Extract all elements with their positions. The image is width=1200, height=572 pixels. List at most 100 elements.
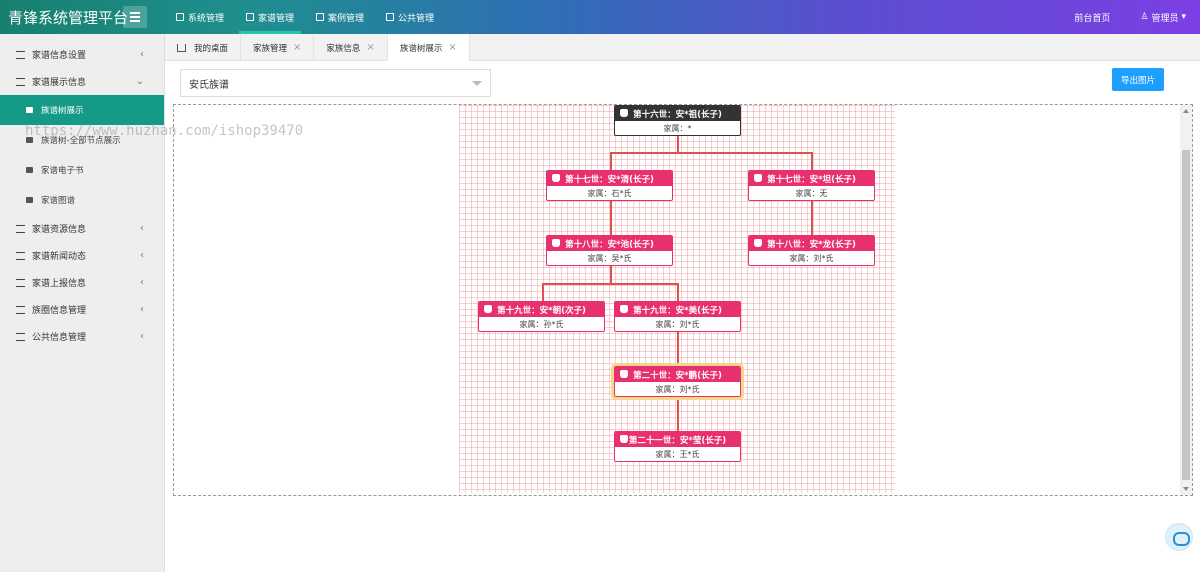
connector-line [610, 201, 612, 235]
sidebar-item-label: 家谱上报信息 [32, 279, 87, 289]
hamburger-line [130, 20, 140, 22]
chevron-down-icon: ⌄ [135, 76, 144, 87]
connector-line [811, 152, 813, 170]
connector-line [811, 201, 813, 235]
tab-family-manage[interactable]: 家族管理 × [241, 34, 315, 61]
user-name: 管理员 [1151, 13, 1179, 24]
person-icon [620, 370, 628, 378]
tab-tree-display[interactable]: 族谱树展示 × [387, 34, 470, 61]
node-title: 第二十世：安*鹏(长子) [633, 370, 722, 381]
caret-down-icon [472, 81, 482, 86]
tree-node[interactable]: 第十六世：安*祖(长子) 家属： * [614, 105, 741, 136]
user-menu[interactable]: ♙ 管理员 ▾ [1140, 11, 1186, 24]
topnav-system[interactable]: 系统管理 [165, 0, 235, 34]
topnav-label: 系统管理 [188, 13, 225, 24]
close-icon[interactable]: × [448, 42, 456, 53]
chevron-left-icon: ‹ [140, 331, 144, 342]
node-title: 第十九世：安*美(长子) [633, 305, 722, 316]
topnav-label: 家谱管理 [258, 13, 295, 24]
sidebar-item-label: 族圈信息管理 [32, 306, 87, 316]
header-right: 前台首页 ♙ 管理员 ▾ [1074, 0, 1186, 34]
node-spouse: 吴*氏 [611, 254, 632, 263]
topnav-public[interactable]: 公共管理 [375, 0, 445, 34]
node-title: 第十七世：安*坦(长子) [767, 174, 856, 185]
sidebar-sub-ebook[interactable]: 家谱电子书 [0, 155, 164, 185]
tree-node[interactable]: 第十九世：安*美(长子) 家属： 刘*氏 [614, 301, 741, 332]
hamburger-line [130, 16, 140, 18]
sidebar-item-news[interactable]: 家谱新闻动态 ‹ [0, 242, 164, 269]
chevron-left-icon: ‹ [140, 250, 144, 261]
node-spouse: * [687, 124, 692, 133]
node-spouse-label: 家属： [587, 189, 612, 198]
node-spouse-label: 家属： [655, 450, 680, 459]
chevron-left-icon: ‹ [140, 49, 144, 60]
node-spouse-label: 家属： [789, 254, 814, 263]
sidebar-item-settings[interactable]: 家谱信息设置 ‹ [0, 41, 164, 68]
sidebar-sub-graph[interactable]: 家谱图谱 [0, 185, 164, 215]
menu-toggle-button[interactable] [123, 6, 147, 28]
sidebar-item-public[interactable]: 公共信息管理 ‹ [0, 323, 164, 350]
scroll-up-icon[interactable] [1183, 109, 1189, 113]
connector-line [610, 152, 812, 154]
sidebar-item-label: 家谱新闻动态 [32, 252, 87, 262]
node-spouse: 王*氏 [679, 450, 700, 459]
chevron-down-icon: ▾ [1181, 12, 1186, 22]
tab-family-info[interactable]: 家族信息 × [314, 34, 388, 61]
tab-desktop[interactable]: 我的桌面 [165, 34, 242, 61]
connector-line [542, 283, 678, 285]
node-spouse-label: 家属： [655, 320, 680, 329]
app-title: 青锋系统管理平台 [8, 9, 129, 27]
tree-node[interactable]: 第十七世：安*坦(长子) 家属：无 [748, 170, 875, 201]
chevron-left-icon: ‹ [140, 223, 144, 234]
tree-node[interactable]: 第二十一世：安*莹(长子) 家属： 王*氏 [614, 431, 741, 462]
chat-icon[interactable] [1165, 523, 1193, 551]
topnav-cases[interactable]: 案例管理 [305, 0, 375, 34]
close-icon[interactable]: × [293, 42, 301, 53]
close-icon[interactable]: × [366, 42, 374, 53]
tree-node[interactable]: 第十八世：安*池(长子) 家属： 吴*氏 [546, 235, 673, 266]
table-icon [26, 107, 33, 113]
topnav-genealogy[interactable]: 家谱管理 [235, 0, 305, 34]
sidebar-item-label: 家谱信息设置 [32, 51, 87, 61]
node-spouse: 刘*氏 [679, 320, 700, 329]
sidebar-item-circle[interactable]: 族圈信息管理 ‹ [0, 296, 164, 323]
tab-label: 家族管理 [253, 43, 288, 54]
table-icon [316, 13, 325, 21]
export-image-button[interactable]: 导出图片 [1112, 68, 1164, 91]
sidebar-sub-tree[interactable]: 族谱树展示 [0, 95, 164, 125]
tab-label: 我的桌面 [194, 43, 229, 54]
sidebar-item-report[interactable]: 家谱上报信息 ‹ [0, 269, 164, 296]
connector-line [677, 136, 679, 153]
node-spouse: 刘*氏 [679, 385, 700, 394]
hamburger-icon [130, 12, 140, 14]
person-icon [552, 239, 560, 247]
scrollbar-thumb[interactable] [1182, 150, 1190, 480]
genealogy-select[interactable]: 安氏族谱 [180, 69, 491, 97]
tree-node-selected[interactable]: 第二十世：安*鹏(长子) 家属： 刘*氏 [611, 363, 744, 400]
tree-node[interactable]: 第十九世：安*朝(次子) 家属： 孙*氏 [478, 301, 605, 332]
person-icon [620, 305, 628, 313]
node-title: 第十七世：安*清(长子) [565, 174, 654, 185]
scroll-down-icon[interactable] [1183, 487, 1189, 491]
node-spouse: 石*氏 [611, 189, 632, 198]
grid-icon [386, 13, 395, 21]
grid-icon [16, 224, 25, 233]
grid-icon [16, 332, 25, 341]
top-nav: 系统管理 家谱管理 案例管理 公共管理 [165, 0, 445, 34]
vertical-scrollbar[interactable] [1180, 105, 1192, 495]
chevron-left-icon: ‹ [140, 304, 144, 315]
grid-icon [16, 251, 25, 260]
tree-canvas[interactable]: 第十六世：安*祖(长子) 家属： * 第十七世：安*清(长子) 家属： 石*氏 第十… [173, 104, 1193, 496]
tree-node[interactable]: 第十七世：安*清(长子) 家属： 石*氏 [546, 170, 673, 201]
node-spouse: 孙*氏 [543, 320, 564, 329]
sidebar-item-resources[interactable]: 家谱资源信息 ‹ [0, 215, 164, 242]
sidebar-item-display[interactable]: 家谱展示信息 ⌄ [0, 68, 164, 95]
connector-line [677, 332, 679, 366]
tab-label: 族谱树展示 [399, 43, 443, 54]
tree-node[interactable]: 第十八世：安*龙(长子) 家属： 刘*氏 [748, 235, 875, 266]
node-title: 第十九世：安*朝(次子) [497, 305, 586, 316]
person-icon [754, 174, 762, 182]
node-spouse: 无 [819, 189, 828, 198]
person-icon [552, 174, 560, 182]
frontpage-link[interactable]: 前台首页 [1074, 11, 1110, 24]
